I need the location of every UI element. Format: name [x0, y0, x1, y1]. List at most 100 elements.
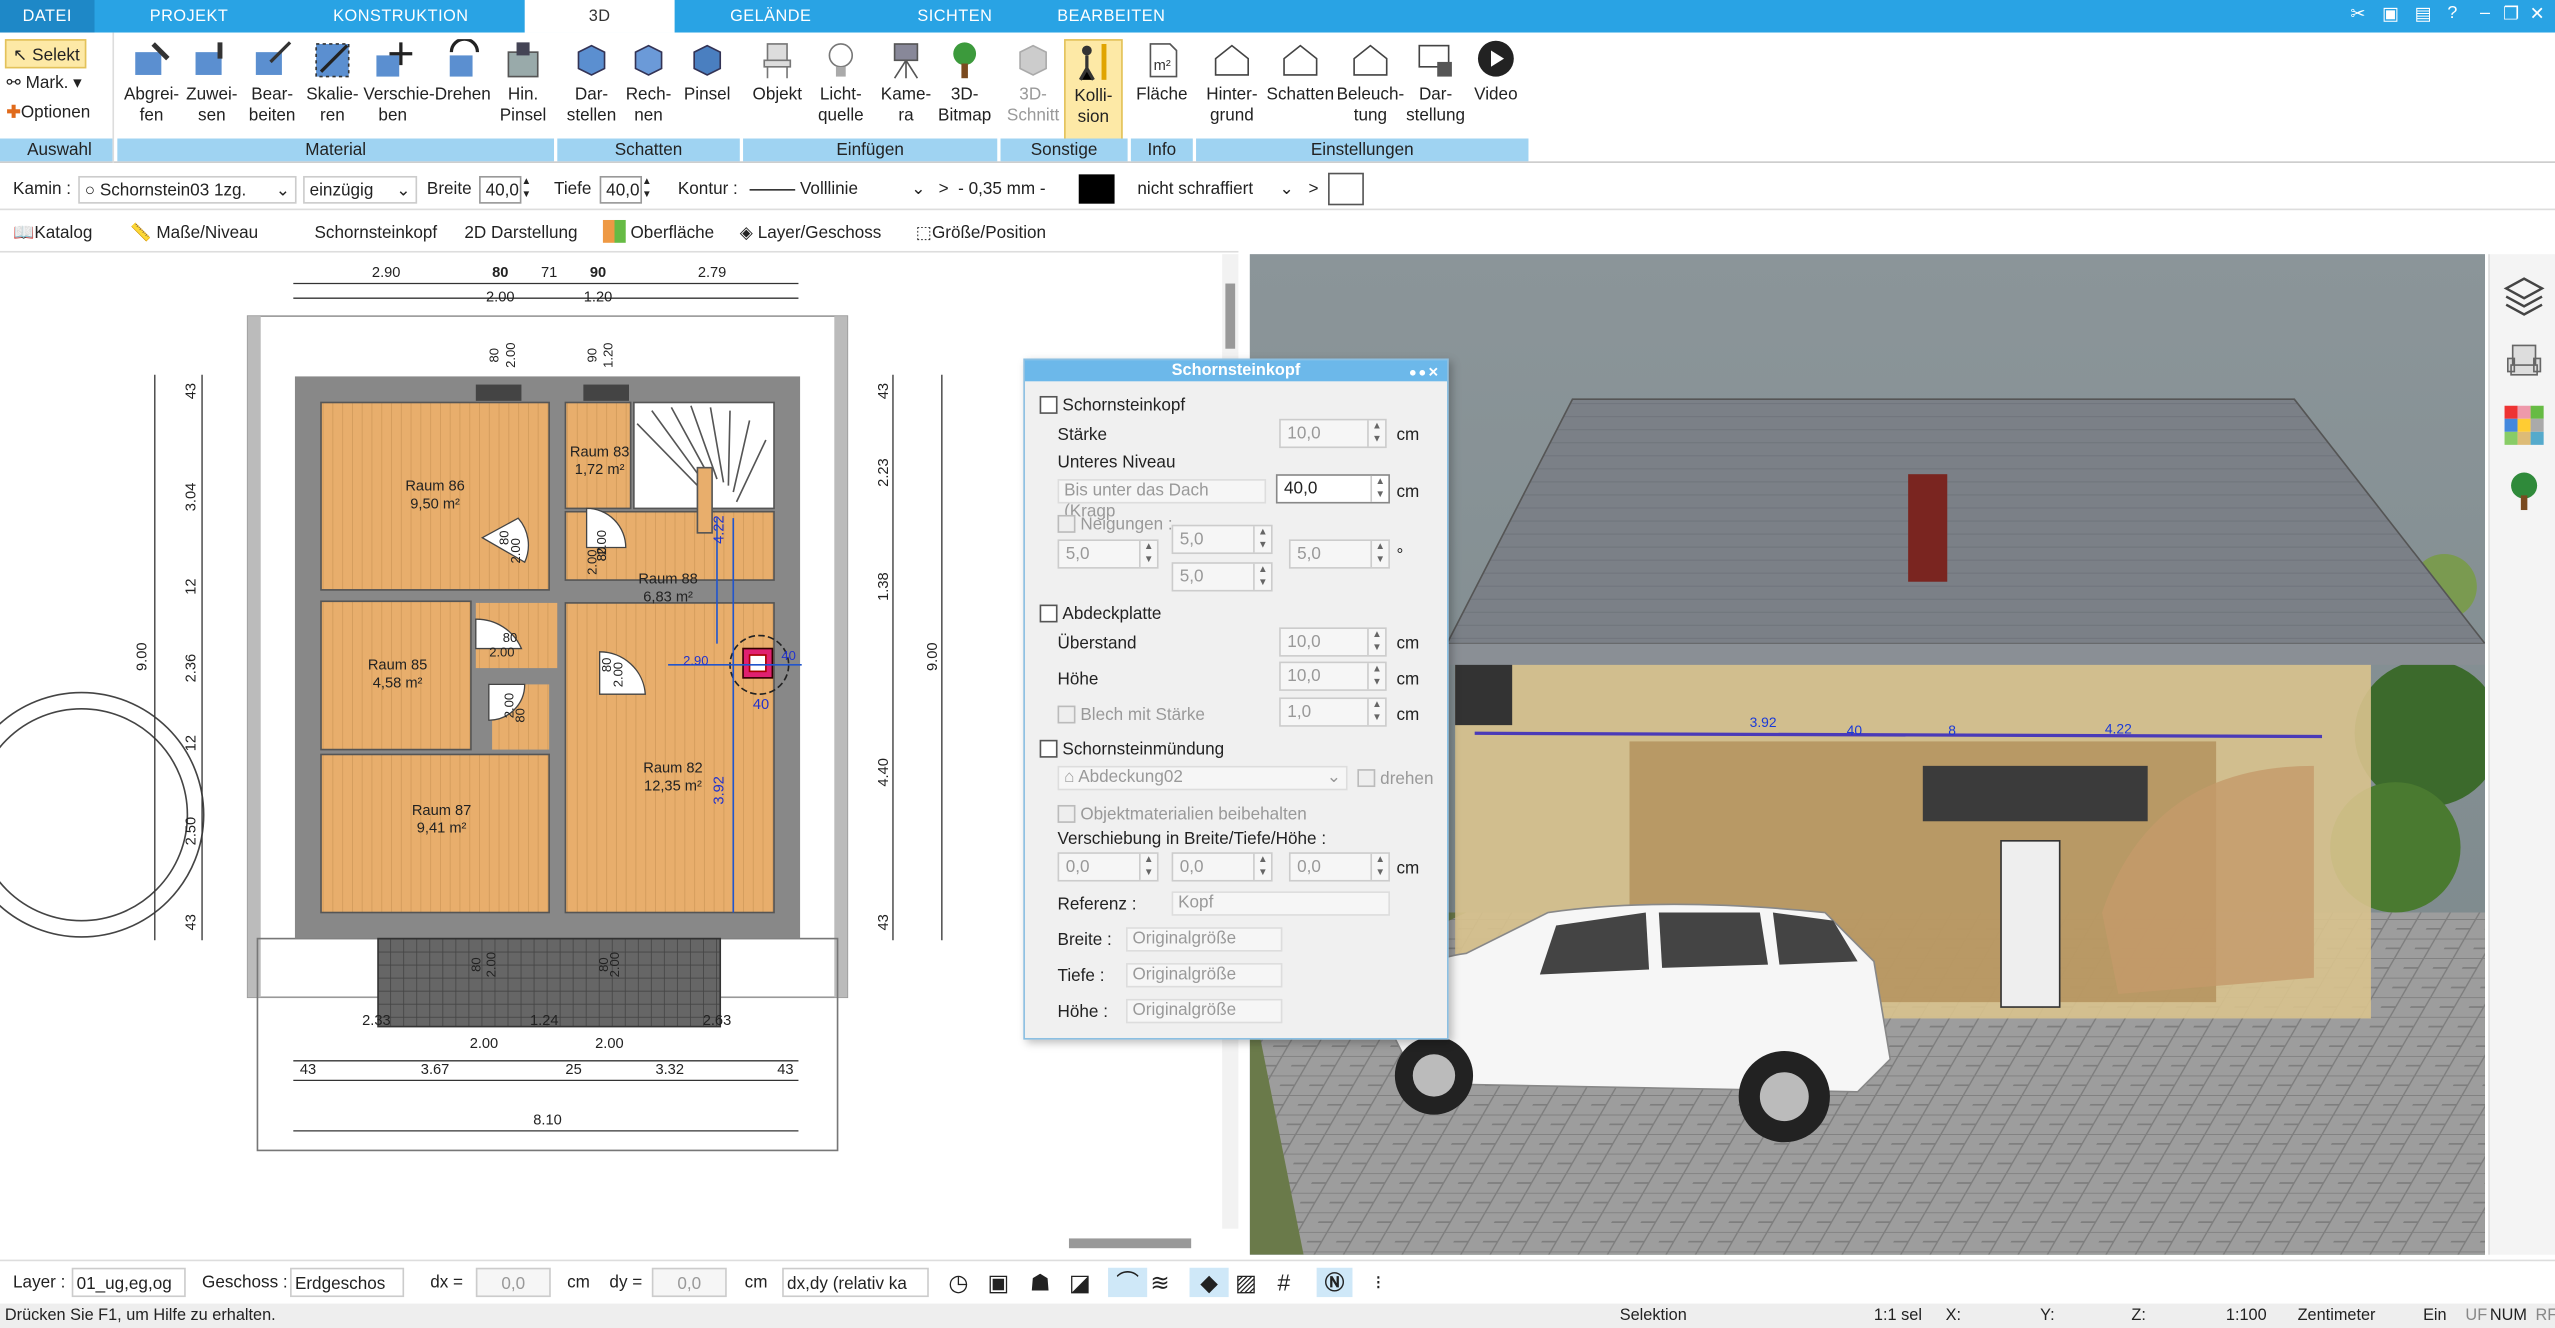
layer-button[interactable]: ◈ Layer/Geschoss [740, 218, 882, 247]
stepper-icon[interactable]: ▲ ▼ [1367, 699, 1385, 726]
breite-stepper-icon[interactable]: ▲ ▼ [521, 176, 531, 204]
drehen-checkbox[interactable]: drehen [1357, 766, 1433, 792]
abdeckplatte-checkbox[interactable]: Abdeckplatte [1039, 601, 1161, 627]
verschiebung-breite-input[interactable]: 0,0 ▲ ▼ [1057, 852, 1159, 882]
tab-gelaende[interactable]: GELÄNDE [681, 0, 860, 33]
breite-input[interactable]: 40,0 [479, 175, 522, 204]
more-icon[interactable]: ⁝ [1375, 1268, 1381, 1297]
groesse-button[interactable]: ⬚Größe/Position [916, 218, 1046, 247]
niveau-input[interactable]: 40,0 ▲ ▼ [1275, 474, 1390, 504]
kamin-select[interactable]: ○ Schornstein03 1zg. ⌄ [78, 175, 297, 204]
plan-horizontal-scrollbar[interactable] [0, 1231, 1239, 1255]
mark-button[interactable]: ⚯ Mark. ▾ [0, 68, 112, 97]
stepper-icon[interactable]: ▲ ▼ [1253, 563, 1271, 590]
tools-icon[interactable]: ✂ [2343, 3, 2372, 25]
referenz-select[interactable]: Kopf [1171, 891, 1390, 916]
grid-icon[interactable]: # [1278, 1268, 1291, 1297]
darstellung-2d-button[interactable]: 2D Darstellung [464, 218, 577, 247]
blech-checkbox[interactable]: Blech mit Stärke [1057, 702, 1205, 728]
katalog-button[interactable]: 📖Katalog [13, 218, 92, 247]
ueberstand-input[interactable]: 10,0 ▲ ▼ [1279, 627, 1387, 657]
plant-icon[interactable] [2503, 469, 2545, 511]
plane-icon[interactable]: ◆ [1189, 1267, 1229, 1298]
window-icon[interactable]: ▣ [2376, 3, 2405, 25]
verschieben-button[interactable]: Verschie- ben [363, 39, 435, 140]
materials-palette-icon[interactable] [2503, 404, 2545, 446]
bearbeiten-button[interactable]: Bear- beiten [243, 39, 302, 140]
next-arrow-2[interactable]: > [1308, 176, 1318, 204]
screen-icon[interactable]: ▣ [987, 1268, 1009, 1297]
kamera-button[interactable]: Kame- ra [877, 39, 936, 140]
stepper-icon[interactable]: ▲ ▼ [1370, 853, 1388, 880]
schatten-pinsel-button[interactable]: Pinsel [678, 39, 737, 140]
neigung-1-input[interactable]: 5,0 ▲ ▼ [1057, 539, 1159, 569]
schornsteinkopf-checkbox[interactable]: Schornsteinkopf [1039, 393, 1185, 419]
tab-konstruktion[interactable]: KONSTRUKTION [287, 0, 515, 33]
tiefe-stepper-icon[interactable]: ▲ ▼ [642, 176, 652, 204]
stepper-icon[interactable]: ▲ ▼ [1367, 420, 1385, 447]
hatch-icon[interactable]: ▨ [1235, 1268, 1257, 1297]
drehen-button[interactable]: Drehen [432, 39, 494, 140]
clock-icon[interactable]: ◷ [948, 1268, 968, 1297]
cube-icon[interactable]: ◪ [1069, 1268, 1091, 1297]
geschoss-select[interactable]: Erdgeschos [290, 1267, 405, 1298]
objekt-button[interactable]: Objekt [748, 39, 807, 140]
scroll-thumb[interactable] [1225, 283, 1236, 349]
tab-projekt[interactable]: PROJEKT [111, 0, 267, 33]
stepper-icon[interactable]: ▲ ▼ [1367, 663, 1385, 690]
optionen-button[interactable]: ✚Optionen [0, 98, 112, 127]
stepper-icon[interactable]: ▲ ▼ [1367, 628, 1385, 656]
tab-3d[interactable]: 3D [524, 0, 675, 33]
zuweisen-button[interactable]: Zuwei- sen [183, 39, 242, 140]
schornsteinkopf-button[interactable]: Schornsteinkopf [314, 218, 437, 247]
selekt-button[interactable]: ↖ Selekt [4, 39, 87, 69]
wave-icon[interactable]: ≋ [1150, 1268, 1169, 1297]
kollision-button[interactable]: Kolli- sion [1064, 39, 1123, 141]
video-button[interactable]: Video [1467, 39, 1526, 140]
scroll-thumb-h[interactable] [1068, 1238, 1192, 1249]
layout-icon[interactable]: ▤ [2408, 3, 2437, 25]
niveau-select[interactable]: Bis unter das Dach (Kragp [1057, 479, 1267, 521]
dxdy-mode-select[interactable]: dx,dy (relativ ka [782, 1267, 929, 1298]
skalieren-button[interactable]: Skalie- ren [303, 39, 362, 140]
verschiebung-tiefe-input[interactable]: 0,0 ▲ ▼ [1171, 852, 1273, 882]
stepper-icon[interactable]: ▲ ▼ [1370, 475, 1388, 502]
north-icon[interactable]: Ⓝ [1316, 1267, 1353, 1298]
schraffur-select[interactable]: nicht schraffiert ⌄ [1137, 176, 1297, 204]
beleuchtung-button[interactable]: Beleuch- tung [1336, 39, 1404, 140]
tab-datei[interactable]: DATEI [0, 0, 95, 33]
snap-angle-icon[interactable]: ⌒ [1108, 1267, 1148, 1298]
color-swatch-white[interactable] [1328, 172, 1364, 206]
walk-icon[interactable]: ☗ [1030, 1268, 1050, 1297]
dialog-window-controls[interactable]: ●●✕ [1409, 362, 1441, 383]
armchair-icon[interactable] [2503, 339, 2545, 381]
layers-stack-icon[interactable] [2503, 274, 2545, 316]
verschiebung-hoehe-input[interactable]: 0,0 ▲ ▼ [1288, 852, 1390, 882]
close-icon[interactable]: ✕ [2522, 3, 2551, 25]
stepper-icon[interactable]: ▲ ▼ [1139, 853, 1157, 880]
linie-select[interactable]: Volllinie ⌄ [746, 176, 929, 204]
masse-button[interactable]: 📏 Maße/Niveau [130, 218, 258, 247]
staerke-input[interactable]: 10,0 ▲ ▼ [1279, 418, 1387, 449]
color-swatch-black[interactable] [1078, 174, 1115, 204]
stepper-icon[interactable]: ▲ ▼ [1370, 540, 1388, 568]
tiefe-select[interactable]: Originalgröße [1125, 963, 1283, 988]
muendung-checkbox[interactable]: Schornsteinmündung [1039, 737, 1224, 763]
abgreifen-button[interactable]: Abgrei- fen [122, 39, 181, 140]
abdeckung-select[interactable]: ⌂ Abdeckung02 ⌄ [1057, 765, 1348, 791]
next-arrow[interactable]: > [939, 176, 949, 204]
hintergrund-button[interactable]: Hinter- grund [1199, 39, 1264, 140]
layer-select[interactable]: 01_ug,eg,og [71, 1267, 186, 1298]
oberflaeche-button[interactable]: Oberfläche [602, 218, 714, 247]
dy-input[interactable]: 0,0 [651, 1267, 727, 1298]
objmat-checkbox[interactable]: Objektmaterialien beibehalten [1057, 802, 1307, 828]
blech-input[interactable]: 1,0 ▲ ▼ [1279, 697, 1387, 727]
stepper-icon[interactable]: ▲ ▼ [1253, 853, 1271, 880]
restore-icon[interactable]: ❐ [2496, 3, 2525, 25]
schatten-darstellen-button[interactable]: Dar- stellen [562, 39, 621, 140]
schatten-einst-button[interactable]: Schatten [1264, 39, 1336, 140]
neigungen-checkbox[interactable]: Neigungen : [1057, 512, 1173, 538]
hoehe-select[interactable]: Originalgröße [1125, 998, 1283, 1024]
tiefe-input[interactable]: 40,0 [599, 175, 643, 204]
stepper-icon[interactable]: ▲ ▼ [1139, 540, 1157, 568]
